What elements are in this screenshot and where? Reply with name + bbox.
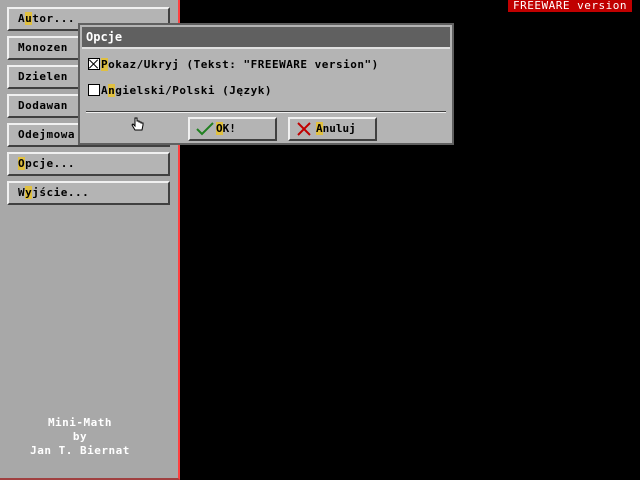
cancel-label: nuluj	[322, 122, 356, 135]
menu-label-post: jście...	[32, 186, 90, 199]
menu-label-post: Dzielen	[18, 70, 68, 83]
ok-label: K!	[222, 122, 236, 135]
dialog-separator	[86, 111, 446, 113]
option-label: okaz/Ukryj (Tekst: "FREEWARE version")	[108, 58, 379, 71]
menu-label-post: tor...	[32, 12, 75, 25]
option-show-hide-freeware[interactable]: Pokaz/Ukryj (Tekst: "FREEWARE version")	[88, 58, 379, 72]
menu-label-post: pcje...	[25, 157, 75, 170]
credits-author: Jan T. Biernat	[30, 444, 130, 457]
menu-label-post: Monozen	[18, 41, 68, 54]
checkbox-show-hide[interactable]	[88, 58, 100, 70]
credits-by: by	[72, 430, 88, 443]
menu-button-wyjscie[interactable]: Wyjście...	[7, 181, 170, 205]
checkbox-language[interactable]	[88, 84, 100, 96]
menu-label-post: Dodawan	[18, 99, 68, 112]
menu-label-post: Odejmowa	[18, 128, 75, 141]
option-label: gielski/Polski (Język)	[115, 84, 272, 97]
credits: Mini-Math by Jan T. Biernat	[0, 416, 160, 458]
option-language[interactable]: Angielski/Polski (Język)	[88, 84, 272, 98]
cancel-button[interactable]: Anuluj	[288, 117, 377, 141]
credits-app-name: Mini-Math	[47, 416, 113, 429]
cancel-hotkey: A	[316, 122, 323, 135]
hand-cursor-icon	[131, 117, 144, 131]
ok-button[interactable]: OK!	[188, 117, 277, 141]
ok-hotkey: O	[216, 122, 223, 135]
dialog-title: Opcje	[82, 27, 450, 49]
menu-button-opcje[interactable]: Opcje...	[7, 152, 170, 176]
checkmark-icon	[196, 122, 214, 136]
cross-icon	[297, 122, 311, 136]
freeware-badge: FREEWARE version	[508, 0, 632, 12]
